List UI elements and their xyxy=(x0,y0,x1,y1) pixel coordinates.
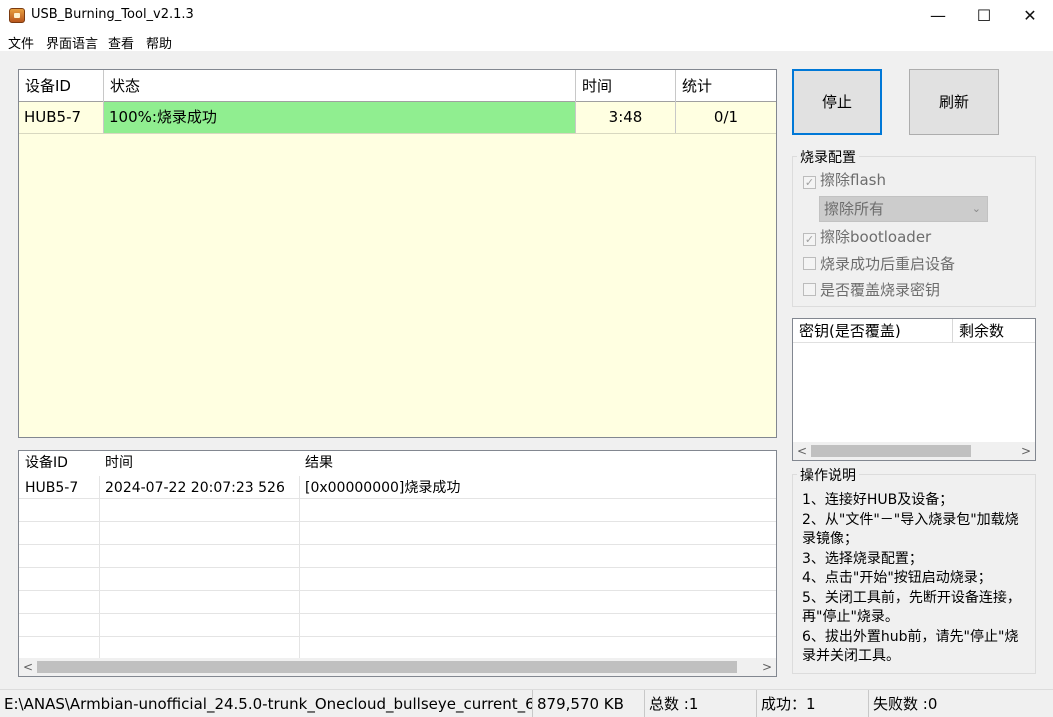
image-size: 879,570 KB xyxy=(533,690,645,717)
column-device-id[interactable]: 设备ID xyxy=(19,70,104,102)
scroll-left-icon[interactable]: < xyxy=(793,442,811,460)
menu-language[interactable]: 界面语言 xyxy=(46,33,98,52)
menu-bar: 文件 界面语言 查看 帮助 xyxy=(0,31,1053,52)
total-count: 总数 :1 xyxy=(645,690,757,717)
stop-button[interactable]: 停止 xyxy=(792,69,882,135)
log-column-result[interactable]: 结果 xyxy=(299,451,699,476)
scroll-right-icon[interactable]: > xyxy=(758,658,776,676)
log-list[interactable]: 设备ID 时间 结果 HUB5-7 2024-07-22 20:07:23 52… xyxy=(18,450,777,677)
status-text: 100%:烧录成功 xyxy=(109,108,217,126)
instructions-group: 操作说明 1、连接好HUB及设备； 2、从"文件"－"导入烧录包"加载烧录镜像；… xyxy=(792,465,1036,674)
device-row[interactable]: HUB5-7 100%:烧录成功 3:48 0/1 xyxy=(19,102,776,134)
refresh-button[interactable]: 刷新 xyxy=(909,69,999,135)
menu-file[interactable]: 文件 xyxy=(8,33,34,52)
close-button[interactable]: ✕ xyxy=(1007,0,1053,31)
fail-count: 失败数 :0 xyxy=(873,695,938,713)
image-path: E:\ANAS\Armbian-unofficial_24.5.0-trunk_… xyxy=(0,690,533,717)
status-bar: E:\ANAS\Armbian-unofficial_24.5.0-trunk_… xyxy=(0,689,1053,717)
scroll-thumb[interactable] xyxy=(37,661,737,673)
device-id-cell: HUB5-7 xyxy=(19,102,104,133)
device-list-header: 设备ID 状态 时间 统计 xyxy=(19,70,776,102)
grid-line xyxy=(19,613,776,614)
instructions-text: 1、连接好HUB及设备； 2、从"文件"－"导入烧录包"加载烧录镜像； 3、选择… xyxy=(802,492,1021,664)
log-column-device-id[interactable]: 设备ID xyxy=(19,451,99,476)
key-column-name[interactable]: 密钥(是否覆盖) xyxy=(793,319,953,343)
chevron-down-icon: ⌄ xyxy=(971,202,981,215)
log-device-id: HUB5-7 xyxy=(25,480,79,496)
grid-line xyxy=(19,636,776,637)
stats-cell: 0/1 xyxy=(713,108,739,126)
time-cell: 3:48 xyxy=(576,102,676,133)
grid-line xyxy=(19,544,776,545)
checkbox-unchecked-icon xyxy=(803,257,816,270)
grid-line xyxy=(19,567,776,568)
scroll-right-icon[interactable]: > xyxy=(1017,442,1035,460)
log-column-time[interactable]: 时间 xyxy=(99,451,299,476)
log-horizontal-scrollbar[interactable]: < > xyxy=(19,658,776,676)
instructions-title: 操作说明 xyxy=(797,465,859,485)
overwrite-key-checkbox[interactable]: 是否覆盖烧录密钥 xyxy=(803,280,940,300)
log-result: [0x00000000]烧录成功 xyxy=(305,480,461,496)
app-icon xyxy=(9,8,25,23)
erase-bootloader-checkbox[interactable]: ✓ 擦除bootloader xyxy=(803,227,931,247)
key-list[interactable]: 密钥(是否覆盖) 剩余数 < > xyxy=(792,318,1036,461)
reboot-after-checkbox[interactable]: 烧录成功后重启设备 xyxy=(803,254,955,274)
key-column-remaining[interactable]: 剩余数 xyxy=(953,319,1035,343)
scroll-thumb[interactable] xyxy=(811,445,971,457)
key-horizontal-scrollbar[interactable]: < > xyxy=(793,442,1035,460)
checkbox-checked-icon: ✓ xyxy=(803,233,816,246)
burn-config-group: 烧录配置 ✓ 擦除flash 擦除所有 ⌄ ✓ 擦除bootloader 烧录成功后… xyxy=(792,147,1036,307)
grid-line xyxy=(19,590,776,591)
status-cell: 100%:烧录成功 xyxy=(104,102,576,133)
burn-config-title: 烧录配置 xyxy=(797,147,859,167)
grid-line xyxy=(19,521,776,522)
log-time: 2024-07-22 20:07:23 526 xyxy=(105,480,285,496)
success-count: 成功：1 xyxy=(757,690,869,717)
erase-flash-checkbox[interactable]: ✓ 擦除flash xyxy=(803,170,886,190)
title-bar[interactable]: USB_Burning_Tool_v2.1.3 — ☐ ✕ xyxy=(0,0,1053,31)
device-list[interactable]: 设备ID 状态 时间 统计 HUB5-7 100%:烧录成功 3:48 0/1 xyxy=(18,69,777,438)
column-status[interactable]: 状态 xyxy=(104,70,576,102)
checkbox-checked-icon: ✓ xyxy=(803,176,816,189)
minimize-button[interactable]: — xyxy=(915,0,961,31)
scroll-left-icon[interactable]: < xyxy=(19,658,37,676)
menu-view[interactable]: 查看 xyxy=(108,33,134,52)
erase-mode-select[interactable]: 擦除所有 ⌄ xyxy=(819,196,988,222)
menu-help[interactable]: 帮助 xyxy=(146,33,172,52)
window-title: USB_Burning_Tool_v2.1.3 xyxy=(31,7,194,22)
maximize-button[interactable]: ☐ xyxy=(961,0,1007,31)
column-stats[interactable]: 统计 xyxy=(676,70,776,102)
column-time[interactable]: 时间 xyxy=(576,70,676,102)
checkbox-unchecked-icon xyxy=(803,283,816,296)
